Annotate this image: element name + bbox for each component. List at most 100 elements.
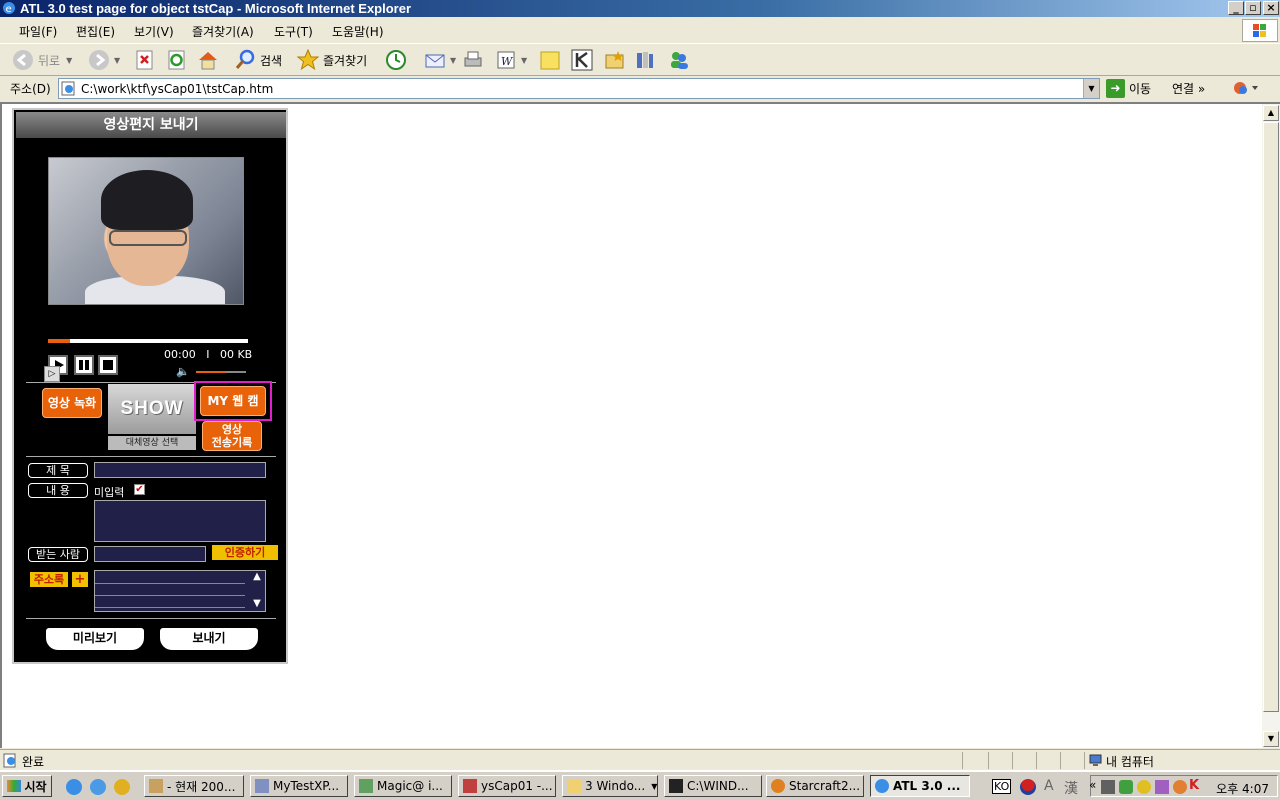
start-button[interactable]: 시작	[2, 775, 52, 797]
history-button[interactable]	[385, 48, 411, 72]
mywebcam-button[interactable]: MY 웹 캠	[200, 386, 266, 416]
close-button[interactable]: ×	[1263, 1, 1279, 15]
authenticate-button[interactable]: 인증하기	[212, 545, 278, 560]
stop-button[interactable]	[134, 48, 160, 72]
favorites-button[interactable]: 즐겨찾기	[297, 48, 367, 72]
document-icon	[255, 779, 269, 793]
unentered-checkbox[interactable]: ✔	[134, 484, 145, 495]
toolbar-extension-icon[interactable]	[1232, 80, 1260, 97]
research-button[interactable]	[634, 48, 660, 72]
vertical-scrollbar[interactable]: ▲ ▼	[1262, 104, 1280, 748]
recipient-label: 받는 사람	[28, 547, 88, 562]
back-button[interactable]: 뒤로 ▼	[12, 48, 72, 72]
address-input[interactable]: C:\work\ktf\ysCap01\tstCap.htm ▼	[58, 78, 1100, 99]
task-button-active[interactable]: ATL 3.0 ...	[870, 775, 970, 797]
menu-file[interactable]: 파일(F)	[19, 23, 57, 40]
home-button[interactable]	[197, 48, 223, 72]
forward-arrow-icon	[89, 50, 109, 70]
stop-button[interactable]	[98, 355, 118, 375]
menu-edit[interactable]: 편집(E)	[76, 23, 115, 40]
status-text: 완료	[22, 755, 45, 769]
preview-button[interactable]: 미리보기	[46, 628, 144, 650]
minimize-button[interactable]: _	[1228, 1, 1244, 15]
key-icon[interactable]	[1137, 780, 1151, 794]
forward-button[interactable]: ▼	[88, 48, 120, 72]
quicklaunch-ie2-icon[interactable]	[90, 779, 106, 795]
k-tray-icon[interactable]: K	[1189, 778, 1199, 793]
taskbar: 시작 - 현재 200... MyTestXP... Magic@ i... y…	[0, 770, 1280, 800]
title-bar: e ATL 3.0 test page for object tstCap - …	[0, 0, 1280, 17]
menu-view[interactable]: 보기(V)	[134, 23, 174, 40]
speaker-icon: 🔈	[176, 365, 190, 378]
ime-alpha-icon[interactable]: A	[1044, 778, 1054, 794]
language-indicator[interactable]: KO	[992, 779, 1012, 794]
page-viewport: ▲ ▼ 영상편지 보내기 ▷ 00:00 I 00 KB 🔈 영상 녹화 SHO…	[0, 102, 1280, 748]
chevron-down-icon: ▼	[651, 781, 658, 791]
mail-button[interactable]: ▼	[424, 48, 456, 72]
recipient-list[interactable]: ▲ ▼	[94, 570, 266, 612]
messenger-button[interactable]	[668, 48, 694, 72]
links-button[interactable]: 연결 »	[1172, 80, 1205, 97]
pause-button[interactable]	[74, 355, 94, 375]
system-tray: « K 오후 4:07	[1089, 775, 1278, 797]
tray-expand-icon[interactable]: «	[1089, 778, 1096, 792]
menu-favorites[interactable]: 즐겨찾기(A)	[192, 23, 254, 40]
panel-title: 영상편지 보내기	[16, 112, 286, 138]
volume-slider[interactable]	[196, 371, 246, 373]
restore-button[interactable]: ▫	[1245, 1, 1261, 15]
add-icon[interactable]: +	[72, 572, 88, 587]
chevron-down-icon: ▼	[114, 55, 121, 65]
toolbar: 뒤로 ▼ ▼ 검색 즐겨찾기 ▼ W ▼	[0, 44, 1280, 76]
task-button[interactable]: MyTestXP...	[250, 775, 348, 797]
search-button[interactable]: 검색	[234, 48, 282, 72]
subject-label: 제 목	[28, 463, 88, 478]
scroll-thumb[interactable]	[1263, 122, 1279, 712]
quicklaunch-ie-icon[interactable]	[66, 779, 82, 795]
content-label: 내 용	[28, 483, 88, 498]
list-scroll-up-icon[interactable]: ▲	[251, 571, 263, 583]
address-dropdown-button[interactable]: ▼	[1083, 79, 1099, 98]
addon-button[interactable]	[604, 48, 630, 72]
menu-tools[interactable]: 도구(T)	[274, 23, 313, 40]
menu-help[interactable]: 도움말(H)	[332, 23, 384, 40]
page-icon	[61, 81, 75, 96]
play-small-icon[interactable]: ▷	[44, 366, 60, 382]
send-button[interactable]: 보내기	[160, 628, 258, 650]
history-icon	[386, 50, 406, 70]
k-button[interactable]	[571, 48, 597, 72]
divider	[26, 618, 276, 619]
address-book-button[interactable]: 주소록	[30, 572, 68, 587]
quicklaunch-app-icon[interactable]	[114, 779, 130, 795]
status-bar: 완료 내 컴퓨터	[0, 749, 1280, 770]
refresh-button[interactable]	[166, 48, 192, 72]
task-button[interactable]: Magic@ i...	[354, 775, 452, 797]
scroll-up-button[interactable]: ▲	[1263, 105, 1279, 121]
tray-app-icon[interactable]	[1155, 780, 1169, 794]
scroll-down-button[interactable]: ▼	[1263, 731, 1279, 747]
task-button[interactable]: Starcraft2...	[766, 775, 864, 797]
recipient-input[interactable]	[94, 546, 206, 562]
network-icon[interactable]	[1101, 780, 1115, 794]
subject-input[interactable]	[94, 462, 266, 478]
alternate-video-caption: 대체영상 선택	[108, 436, 196, 450]
notes-button[interactable]	[539, 48, 565, 72]
tray-app-icon[interactable]	[1173, 780, 1187, 794]
task-button[interactable]: 3 Windo... ▼	[562, 775, 658, 797]
list-scroll-down-icon[interactable]: ▼	[251, 598, 263, 610]
task-button[interactable]: C:\WIND...	[664, 775, 762, 797]
printer-icon	[464, 51, 482, 67]
playback-progress-bar[interactable]	[48, 339, 248, 343]
ime-korea-icon[interactable]	[1020, 779, 1036, 795]
tray-app-icon[interactable]	[1119, 780, 1133, 794]
edit-button[interactable]: W ▼	[495, 48, 527, 72]
task-button[interactable]: ysCap01 -...	[458, 775, 556, 797]
transfer-history-button[interactable]: 영상 전송기록	[202, 421, 262, 451]
books-icon	[637, 52, 653, 68]
ime-hanja-icon[interactable]: 漢	[1064, 778, 1078, 798]
record-video-button[interactable]: 영상 녹화	[42, 388, 102, 418]
task-button[interactable]: - 현재 200...	[144, 775, 244, 797]
content-textarea[interactable]	[94, 500, 266, 542]
go-button[interactable]: ➜ 이동	[1106, 79, 1151, 98]
show-logo-button[interactable]: SHOW	[108, 384, 196, 434]
print-button[interactable]	[462, 48, 488, 72]
